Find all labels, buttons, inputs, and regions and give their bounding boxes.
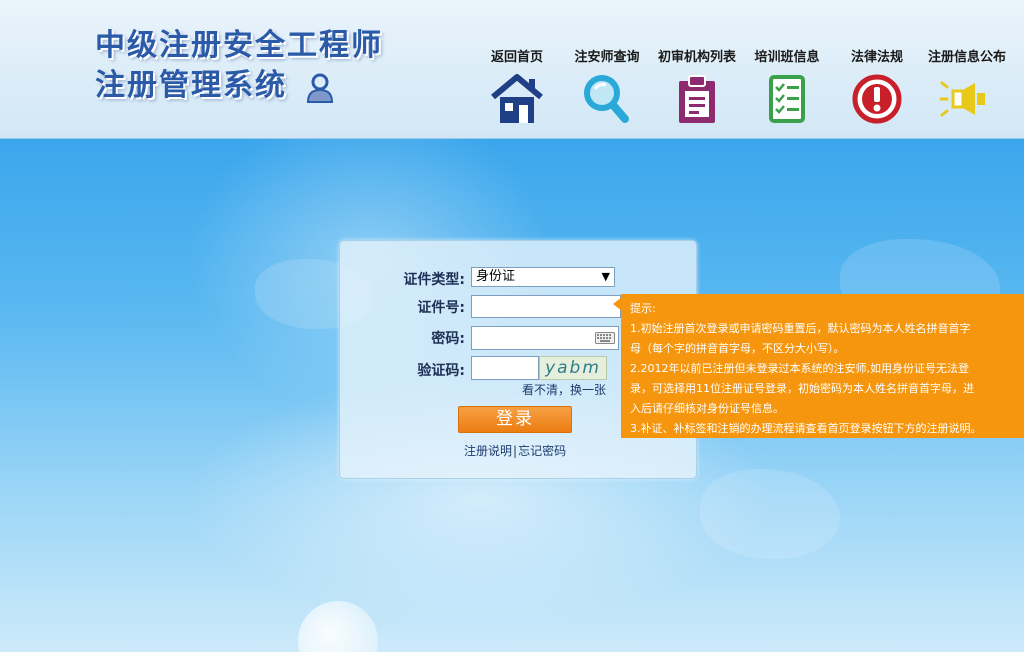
cert-no-label: 证件号: — [417, 300, 465, 316]
cert-type-select[interactable]: 身份证 ▼ — [471, 267, 615, 287]
clipboard-icon — [679, 75, 715, 123]
nav-laws-label: 法律法规 — [850, 50, 903, 65]
checklist-icon — [769, 75, 805, 123]
decorative-bubble — [298, 601, 378, 652]
tip-line: 母（每个字的拼音首字母，不区分大小写）。 — [630, 342, 845, 355]
captcha-image[interactable]: yabm — [539, 356, 607, 380]
nav-review-org-list-label: 初审机构列表 — [657, 50, 736, 65]
chevron-down-icon: ▼ — [601, 270, 610, 283]
tip-box: 提示: 1.初始注册首次登录或申请密码重置后，默认密码为本人姓名拼音首字 母（每… — [621, 294, 1024, 438]
captcha-label: 验证码: — [417, 363, 465, 379]
nav-registration-notice[interactable]: 注册信息公布 — [922, 46, 1012, 125]
register-guide-link[interactable]: 注册说明 — [464, 444, 512, 458]
captcha-refresh-link[interactable]: 看不清，换一张 — [522, 381, 606, 398]
site-logo[interactable]: 中级注册安全工程师 注册管理系统 — [95, 26, 415, 116]
nav-training-info-label: 培训班信息 — [754, 50, 820, 65]
cert-type-label: 证件类型: — [403, 272, 465, 288]
tip-line: 录，可选择用11位注册证号登录，初始密码为本人姓名拼音首字母，进 — [630, 382, 974, 395]
nav-home-label: 返回首页 — [490, 50, 543, 65]
nav-training-info[interactable]: 培训班信息 — [742, 46, 832, 125]
cert-no-input[interactable] — [471, 295, 621, 318]
password-input[interactable] — [471, 326, 619, 350]
link-separator: | — [513, 444, 518, 458]
nav-registration-notice-label: 注册信息公布 — [927, 50, 1006, 65]
bottom-links: 注册说明|忘记密码 — [464, 442, 566, 459]
login-button[interactable]: 登录 — [458, 406, 572, 433]
logo-title-line1: 中级注册安全工程师 — [95, 28, 383, 63]
tip-line: 1.初始注册首次登录或申请密码重置后，默认密码为本人姓名拼音首字 — [630, 322, 971, 335]
forgot-password-link[interactable]: 忘记密码 — [518, 444, 566, 458]
tip-title: 提示: — [630, 302, 656, 315]
user-icon — [306, 73, 334, 103]
nav-engineer-search-label: 注安师查询 — [574, 50, 640, 65]
nav-review-org-list[interactable]: 初审机构列表 — [652, 46, 742, 125]
keyboard-icon[interactable] — [595, 332, 615, 344]
tip-line: 入后请仔细核对身份证号信息。 — [630, 402, 784, 415]
search-icon — [584, 75, 629, 123]
nav-engineer-search[interactable]: 注安师查询 — [562, 46, 652, 125]
alert-icon — [852, 74, 902, 124]
world-map-shape — [700, 469, 840, 559]
megaphone-icon — [939, 81, 985, 117]
tip-line: 2.2012年以前已注册但未登录过本系统的注安师,如用身份证号无法登 — [630, 362, 969, 375]
password-label: 密码: — [431, 331, 465, 347]
nav-laws[interactable]: 法律法规 — [832, 46, 922, 125]
captcha-input[interactable] — [471, 356, 539, 380]
tip-line: 3.补证、补标签和注销的办理流程请查看首页登录按钮下方的注册说明。 — [630, 422, 982, 435]
home-icon — [491, 74, 543, 123]
nav-home[interactable]: 返回首页 — [472, 46, 562, 125]
header: 中级注册安全工程师 注册管理系统 返回首页 注安师查询 初审机构列表 培训班信息… — [0, 0, 1024, 139]
logo-title-line2: 注册管理系统 — [95, 68, 287, 103]
cert-type-value: 身份证 — [476, 269, 516, 284]
